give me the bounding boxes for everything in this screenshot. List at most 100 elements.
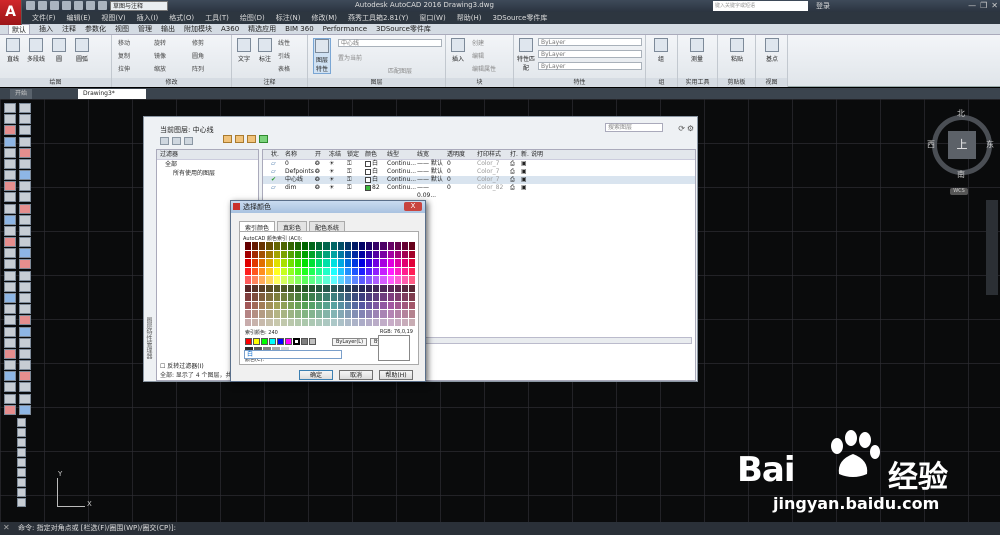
aci-swatch[interactable]: [266, 301, 273, 309]
aci-swatch[interactable]: [344, 250, 351, 258]
standard-color-swatch[interactable]: [245, 338, 252, 345]
aci-swatch[interactable]: [387, 242, 394, 250]
trim-tool[interactable]: 修剪: [192, 38, 204, 47]
delete-layer-icon[interactable]: [247, 135, 256, 143]
layer-states-icon[interactable]: [184, 137, 193, 145]
aci-swatch[interactable]: [337, 250, 344, 258]
scale-tool[interactable]: 缩放: [154, 64, 166, 73]
copy-tool[interactable]: 复制: [118, 51, 130, 60]
new-vp-freeze-icon[interactable]: ▣: [521, 168, 531, 176]
aci-swatch[interactable]: [316, 301, 323, 309]
aci-swatch[interactable]: [351, 276, 358, 284]
toolbar-tool-icon[interactable]: [17, 428, 26, 437]
match-layer-tool[interactable]: 匹配图层: [388, 66, 412, 75]
aci-swatch[interactable]: [344, 310, 351, 318]
toolbar-tool-icon[interactable]: [4, 337, 16, 348]
color-input[interactable]: 白: [244, 350, 342, 359]
aci-swatch[interactable]: [330, 284, 337, 292]
aci-swatch[interactable]: [380, 259, 387, 267]
compass-north[interactable]: 北: [957, 108, 965, 119]
aci-swatch[interactable]: [280, 259, 287, 267]
search-input[interactable]: 键入关键字或短语: [713, 1, 808, 11]
layer-transparency[interactable]: 0: [447, 176, 477, 184]
aci-swatch[interactable]: [309, 242, 316, 250]
toolbar-tool-icon[interactable]: [4, 315, 16, 326]
aci-swatch[interactable]: [302, 276, 309, 284]
menu-item[interactable]: 插入(I): [137, 12, 159, 24]
save-icon[interactable]: [50, 1, 59, 10]
col-color[interactable]: 颜色: [365, 150, 387, 159]
aci-swatch[interactable]: [351, 267, 358, 275]
aci-swatch[interactable]: [337, 276, 344, 284]
printer-icon[interactable]: ⎙: [510, 168, 521, 176]
minimize-icon[interactable]: —: [968, 1, 976, 10]
toolbar-tool-icon[interactable]: [4, 147, 16, 158]
toolbar-tool-icon[interactable]: [18, 259, 31, 270]
text-button[interactable]: 文字: [235, 38, 253, 63]
aci-swatch[interactable]: [316, 293, 323, 301]
aci-swatch[interactable]: [344, 318, 351, 326]
set-current-tool[interactable]: 置为当前: [338, 53, 362, 62]
menu-item[interactable]: 燕秀工具箱2.81(Y): [348, 12, 408, 24]
toolbar-tool-icon[interactable]: [4, 181, 16, 192]
ribbon-tab[interactable]: 默认: [8, 24, 30, 34]
aci-swatch[interactable]: [266, 284, 273, 292]
group-button[interactable]: 组: [652, 38, 670, 63]
aci-swatch[interactable]: [259, 276, 266, 284]
toolbar-tool-icon[interactable]: [4, 382, 16, 393]
stretch-tool[interactable]: 拉伸: [118, 64, 130, 73]
aci-swatch[interactable]: [245, 318, 252, 326]
aci-swatch[interactable]: [330, 318, 337, 326]
layer-color[interactable]: 白: [365, 176, 387, 184]
create-block-tool[interactable]: 创建: [472, 38, 484, 47]
aci-swatch[interactable]: [394, 318, 401, 326]
aci-swatch[interactable]: [359, 318, 366, 326]
layer-lineweight[interactable]: —— 默认: [417, 160, 447, 168]
aci-swatch[interactable]: [394, 310, 401, 318]
close-command-icon[interactable]: ✕: [3, 523, 10, 532]
sun-icon[interactable]: ☀: [329, 184, 347, 192]
aci-swatch[interactable]: [373, 242, 380, 250]
aci-swatch[interactable]: [273, 242, 280, 250]
aci-swatch[interactable]: [401, 293, 408, 301]
set-current-icon[interactable]: [259, 135, 268, 143]
aci-swatch[interactable]: [387, 250, 394, 258]
edit-block-tool[interactable]: 编辑: [472, 51, 484, 60]
aci-swatch[interactable]: [280, 250, 287, 258]
toolbar-tool-icon[interactable]: [17, 478, 26, 487]
col-lineweight[interactable]: 线宽: [417, 150, 447, 159]
aci-swatch[interactable]: [323, 301, 330, 309]
aci-swatch[interactable]: [252, 293, 259, 301]
aci-swatch[interactable]: [373, 259, 380, 267]
layer-row[interactable]: ▱ Defpoints ❂ ☀ ⚿ 白 Continu... —— 默认 0 Color_7 ⎙ ▣: [263, 168, 695, 176]
fillet-tool[interactable]: 圆角: [192, 51, 204, 60]
tab-drawing3[interactable]: Drawing3*: [78, 89, 146, 99]
aci-swatch[interactable]: [373, 318, 380, 326]
layer-name[interactable]: Defpoints: [283, 168, 315, 176]
aci-swatch[interactable]: [273, 267, 280, 275]
aci-swatch[interactable]: [337, 267, 344, 275]
toolbar-tool-icon[interactable]: [17, 458, 26, 467]
aci-swatch[interactable]: [294, 250, 301, 258]
toolbar-tool-icon[interactable]: [4, 103, 16, 113]
aci-swatch[interactable]: [287, 318, 294, 326]
col-on[interactable]: 开: [315, 150, 329, 159]
filter-all[interactable]: 全部: [157, 160, 258, 169]
aci-swatch[interactable]: [337, 293, 344, 301]
ribbon-tab[interactable]: A360: [221, 24, 239, 34]
aci-swatch[interactable]: [245, 267, 252, 275]
aci-swatch[interactable]: [266, 267, 273, 275]
aci-swatch[interactable]: [337, 242, 344, 250]
aci-swatch[interactable]: [351, 301, 358, 309]
aci-swatch[interactable]: [351, 242, 358, 250]
rotate-tool[interactable]: 旋转: [154, 38, 166, 47]
aci-swatch[interactable]: [294, 267, 301, 275]
aci-swatch[interactable]: [280, 242, 287, 250]
aci-swatch[interactable]: [330, 301, 337, 309]
toolbar-tool-icon[interactable]: [18, 203, 31, 214]
toolbar-tool-icon[interactable]: [4, 270, 16, 281]
col-transparency[interactable]: 透明度: [447, 150, 477, 159]
new-vp-frozen-layer-icon[interactable]: [235, 135, 244, 143]
toolbar-tool-icon[interactable]: [18, 360, 31, 371]
layer-transparency[interactable]: 0: [447, 160, 477, 168]
